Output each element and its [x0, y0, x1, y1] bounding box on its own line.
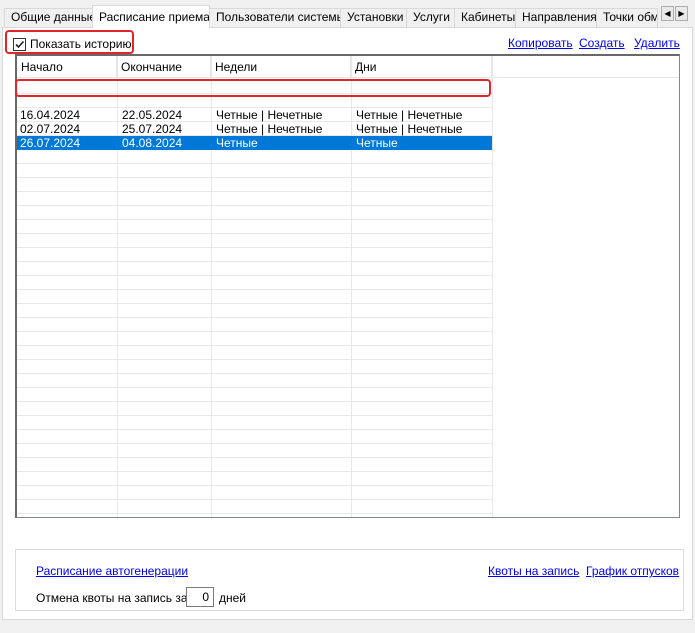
grid-row-line: [17, 457, 492, 458]
tab-scroll-left-icon[interactable]: ◀: [661, 6, 674, 21]
grid-row-line: [17, 233, 492, 234]
tab-referrals[interactable]: Направления: [515, 8, 597, 27]
cell-start: 16.04.2024: [20, 108, 81, 122]
grid-row-line: [17, 177, 492, 178]
grid-row-line: [17, 317, 492, 318]
tab-strip: Общие данные Расписание приема Пользоват…: [0, 0, 695, 28]
column-header-days[interactable]: Дни: [351, 56, 492, 78]
grid-row-line: [17, 443, 492, 444]
grid-row-line: [17, 345, 492, 346]
cell-end: 04.08.2024: [122, 136, 183, 150]
grid-row-line: [17, 93, 492, 94]
column-header-weeks[interactable]: Недели: [211, 56, 351, 78]
tab-exchange-points[interactable]: Точки обмена: [596, 8, 658, 27]
tab-services[interactable]: Услуги: [406, 8, 455, 27]
tab-scroll-right-icon[interactable]: ▶: [675, 6, 688, 21]
grid-row-line: [17, 331, 492, 332]
grid-row-line: [17, 275, 492, 276]
grid-row-line: [17, 415, 492, 416]
column-header-start[interactable]: Начало: [17, 56, 117, 78]
tab-settings[interactable]: Установки: [340, 8, 407, 27]
grid-row-line: [17, 359, 492, 360]
checkbox-checked-icon[interactable]: [13, 37, 26, 51]
show-history-checkbox[interactable]: Показать историю: [13, 36, 131, 52]
tab-reception-schedule[interactable]: Расписание приема: [92, 5, 210, 28]
grid-row-line: [17, 401, 492, 402]
days-label: дней: [219, 591, 247, 605]
schedule-panel: Показать историю Копировать Создать Удал…: [2, 27, 693, 620]
grid-row-line: [17, 303, 492, 304]
grid-row-line: [17, 289, 492, 290]
create-link[interactable]: Создать: [579, 36, 625, 50]
cell-weeks: Четные: [216, 136, 258, 150]
cell-weeks: Четные | Нечетные: [216, 108, 323, 122]
grid-row-line: [17, 485, 492, 486]
grid-row-line: [17, 163, 492, 164]
grid-row-line: [17, 499, 492, 500]
grid-row-line: [17, 513, 492, 514]
table-row-selected[interactable]: 26.07.2024 04.08.2024 Четные Четные: [17, 136, 492, 150]
cell-weeks: Четные | Нечетные: [216, 122, 323, 136]
cell-days: Четные: [356, 136, 398, 150]
cell-days: Четные | Нечетные: [356, 108, 463, 122]
grid-row-line: [17, 205, 492, 206]
tab-system-users[interactable]: Пользователи системы: [209, 8, 341, 27]
copy-link[interactable]: Копировать: [508, 36, 573, 50]
cell-end: 25.07.2024: [122, 122, 183, 136]
cancel-quota-label: Отмена квоты на запись за: [36, 591, 188, 605]
grid-row-line: [17, 247, 492, 248]
cell-days: Четные | Нечетные: [356, 122, 463, 136]
cell-end: 22.05.2024: [122, 108, 183, 122]
grid-row-line: [17, 471, 492, 472]
cell-start: 02.07.2024: [20, 122, 81, 136]
delete-link[interactable]: Удалить: [634, 36, 680, 50]
show-history-label[interactable]: Показать историю: [30, 37, 131, 51]
grid-row-line: [17, 373, 492, 374]
schedule-table[interactable]: Начало Окончание Недели Дни 16.04.2024 2…: [15, 54, 680, 518]
table-row[interactable]: 16.04.2024 22.05.2024 Четные | Нечетные …: [17, 108, 492, 122]
grid-row-line: [17, 429, 492, 430]
table-row[interactable]: 02.07.2024 25.07.2024 Четные | Нечетные …: [17, 122, 492, 136]
column-header-end[interactable]: Окончание: [117, 56, 211, 78]
bottom-options-group: Расписание автогенерации Квоты на запись…: [15, 549, 684, 611]
grid-row-line: [17, 191, 492, 192]
grid-column-line: [492, 56, 493, 517]
grid-row-line: [17, 261, 492, 262]
tab-rooms[interactable]: Кабинеты: [454, 8, 516, 27]
tab-general-data[interactable]: Общие данные: [4, 8, 93, 27]
vacation-schedule-link[interactable]: График отпусков: [586, 564, 679, 578]
autogeneration-schedule-link[interactable]: Расписание автогенерации: [36, 564, 188, 578]
grid-row-line: [17, 219, 492, 220]
grid-row-line: [17, 387, 492, 388]
booking-quotas-link[interactable]: Квоты на запись: [488, 564, 579, 578]
cancel-quota-days-input[interactable]: 0: [186, 587, 214, 607]
cell-start: 26.07.2024: [20, 136, 81, 150]
